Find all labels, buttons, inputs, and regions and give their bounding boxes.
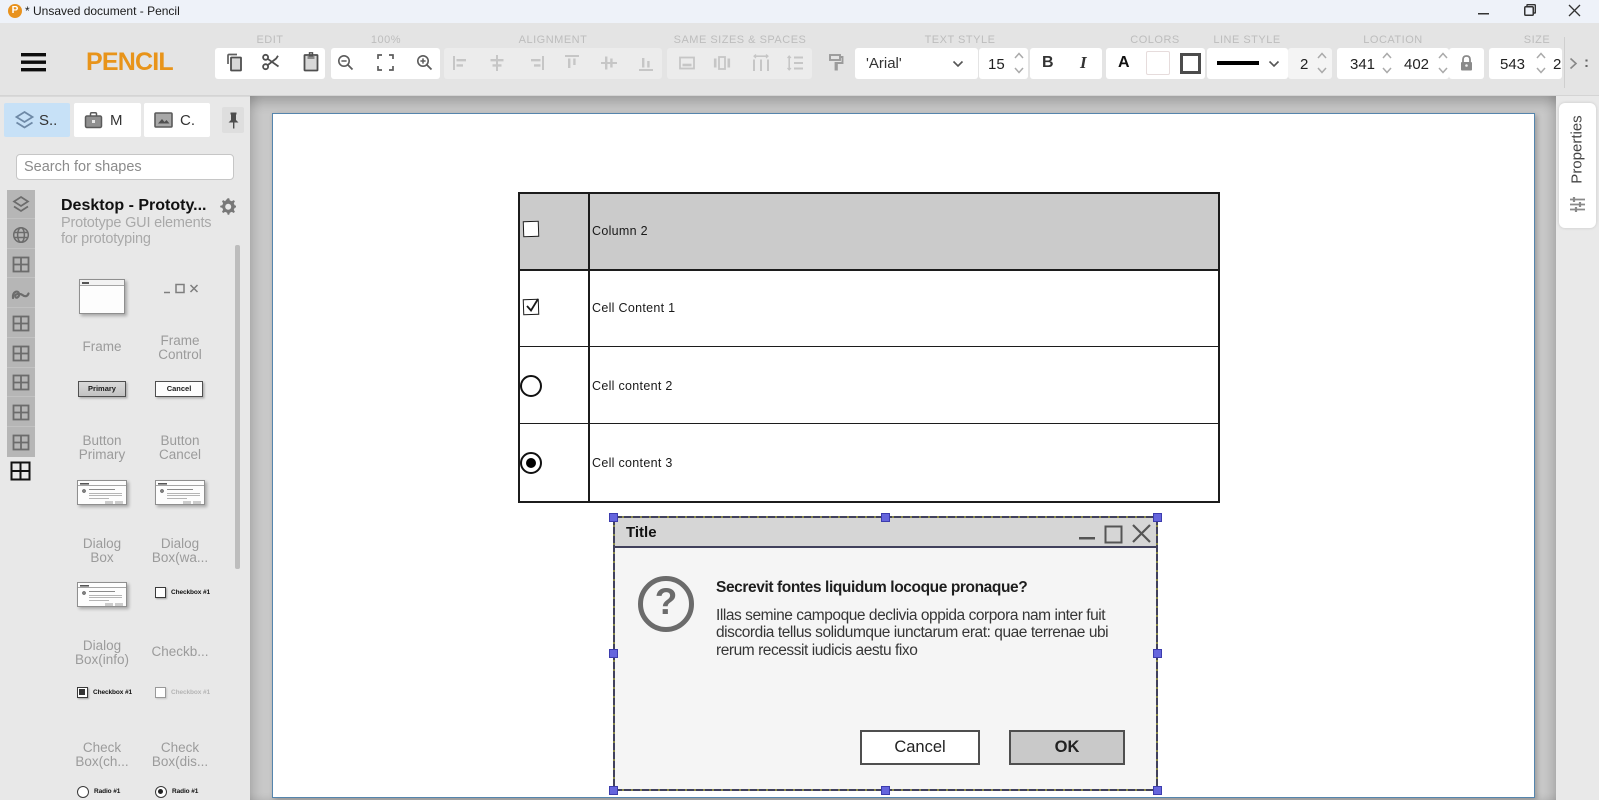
svg-text:?: ?	[655, 581, 678, 622]
